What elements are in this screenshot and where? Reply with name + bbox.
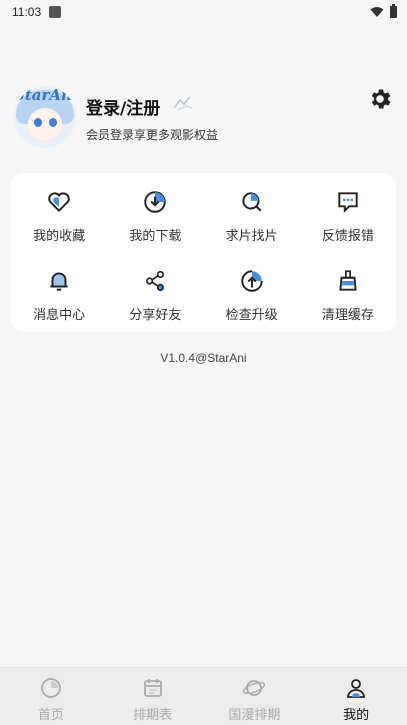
download-icon — [144, 191, 167, 213]
nav-guoman-schedule[interactable]: 国漫排期 — [204, 668, 306, 725]
menu-label: 反馈报错 — [321, 229, 374, 244]
avatar[interactable]: StarAni — [14, 86, 76, 148]
status-time: 11:03 — [12, 5, 42, 19]
menu-label: 我的收藏 — [33, 229, 86, 244]
avatar-logo-text: StarAni — [14, 86, 76, 104]
nav-home[interactable]: 首页 — [0, 668, 102, 725]
wifi-icon — [370, 7, 384, 17]
menu-label: 检查升级 — [225, 308, 278, 323]
menu-label: 我的下载 — [129, 229, 182, 244]
battery-icon — [390, 4, 397, 18]
menu-label: 消息中心 — [33, 308, 86, 323]
avatar-face — [28, 108, 62, 140]
menu-item-clear-cache[interactable]: 清理缓存 — [300, 252, 396, 332]
status-bar: 11:03 — [0, 0, 407, 24]
calendar-icon — [143, 679, 162, 697]
menu-item-downloads[interactable]: 我的下载 — [107, 173, 203, 252]
menu-label: 求片找片 — [225, 229, 278, 244]
decoration-icon — [173, 96, 193, 111]
share-icon — [146, 270, 165, 292]
profile-header[interactable]: StarAni 登录/注册 会员登录享更多观影权益 — [14, 86, 394, 152]
notification-icon — [49, 6, 62, 18]
planet-icon — [243, 680, 266, 696]
avatar-eye — [49, 118, 57, 127]
nav-label: 排期表 — [133, 708, 173, 723]
bell-icon — [50, 272, 68, 291]
user-icon — [347, 679, 366, 698]
heart-icon — [48, 192, 70, 213]
nav-label: 首页 — [37, 708, 64, 723]
broom-icon — [339, 270, 357, 291]
status-indicators — [370, 4, 397, 18]
nav-mine[interactable]: 我的 — [305, 668, 407, 725]
nav-label: 我的 — [343, 708, 370, 723]
menu-item-feedback[interactable]: 反馈报错 — [300, 173, 396, 252]
bottom-nav: 首页 排期表 国漫排期 我的 — [0, 667, 407, 725]
nav-schedule[interactable]: 排期表 — [102, 668, 204, 725]
menu-item-share[interactable]: 分享好友 — [107, 252, 203, 332]
menu-item-upgrade[interactable]: 检查升级 — [204, 252, 300, 332]
search-film-icon — [241, 192, 262, 212]
avatar-eye — [34, 118, 42, 127]
login-subtitle: 会员登录享更多观影权益 — [86, 128, 219, 142]
gear-icon[interactable] — [367, 86, 393, 112]
feature-menu: 我的收藏 我的下载 求片找片 反馈报错 消息中心 分享好友 检查升级 清理缓存 — [11, 173, 396, 332]
version-text: V1.0.4@StarAni — [160, 351, 247, 365]
menu-item-messages[interactable]: 消息中心 — [11, 252, 107, 332]
menu-label: 分享好友 — [129, 308, 182, 323]
menu-item-request-film[interactable]: 求片找片 — [204, 173, 300, 252]
nav-label: 国漫排期 — [228, 708, 281, 723]
upgrade-icon — [240, 270, 263, 292]
home-icon — [40, 678, 61, 698]
feedback-icon — [338, 192, 358, 214]
login-register-link[interactable]: 登录/注册 — [86, 94, 160, 119]
menu-label: 清理缓存 — [321, 308, 374, 323]
menu-item-favorites[interactable]: 我的收藏 — [11, 173, 107, 252]
